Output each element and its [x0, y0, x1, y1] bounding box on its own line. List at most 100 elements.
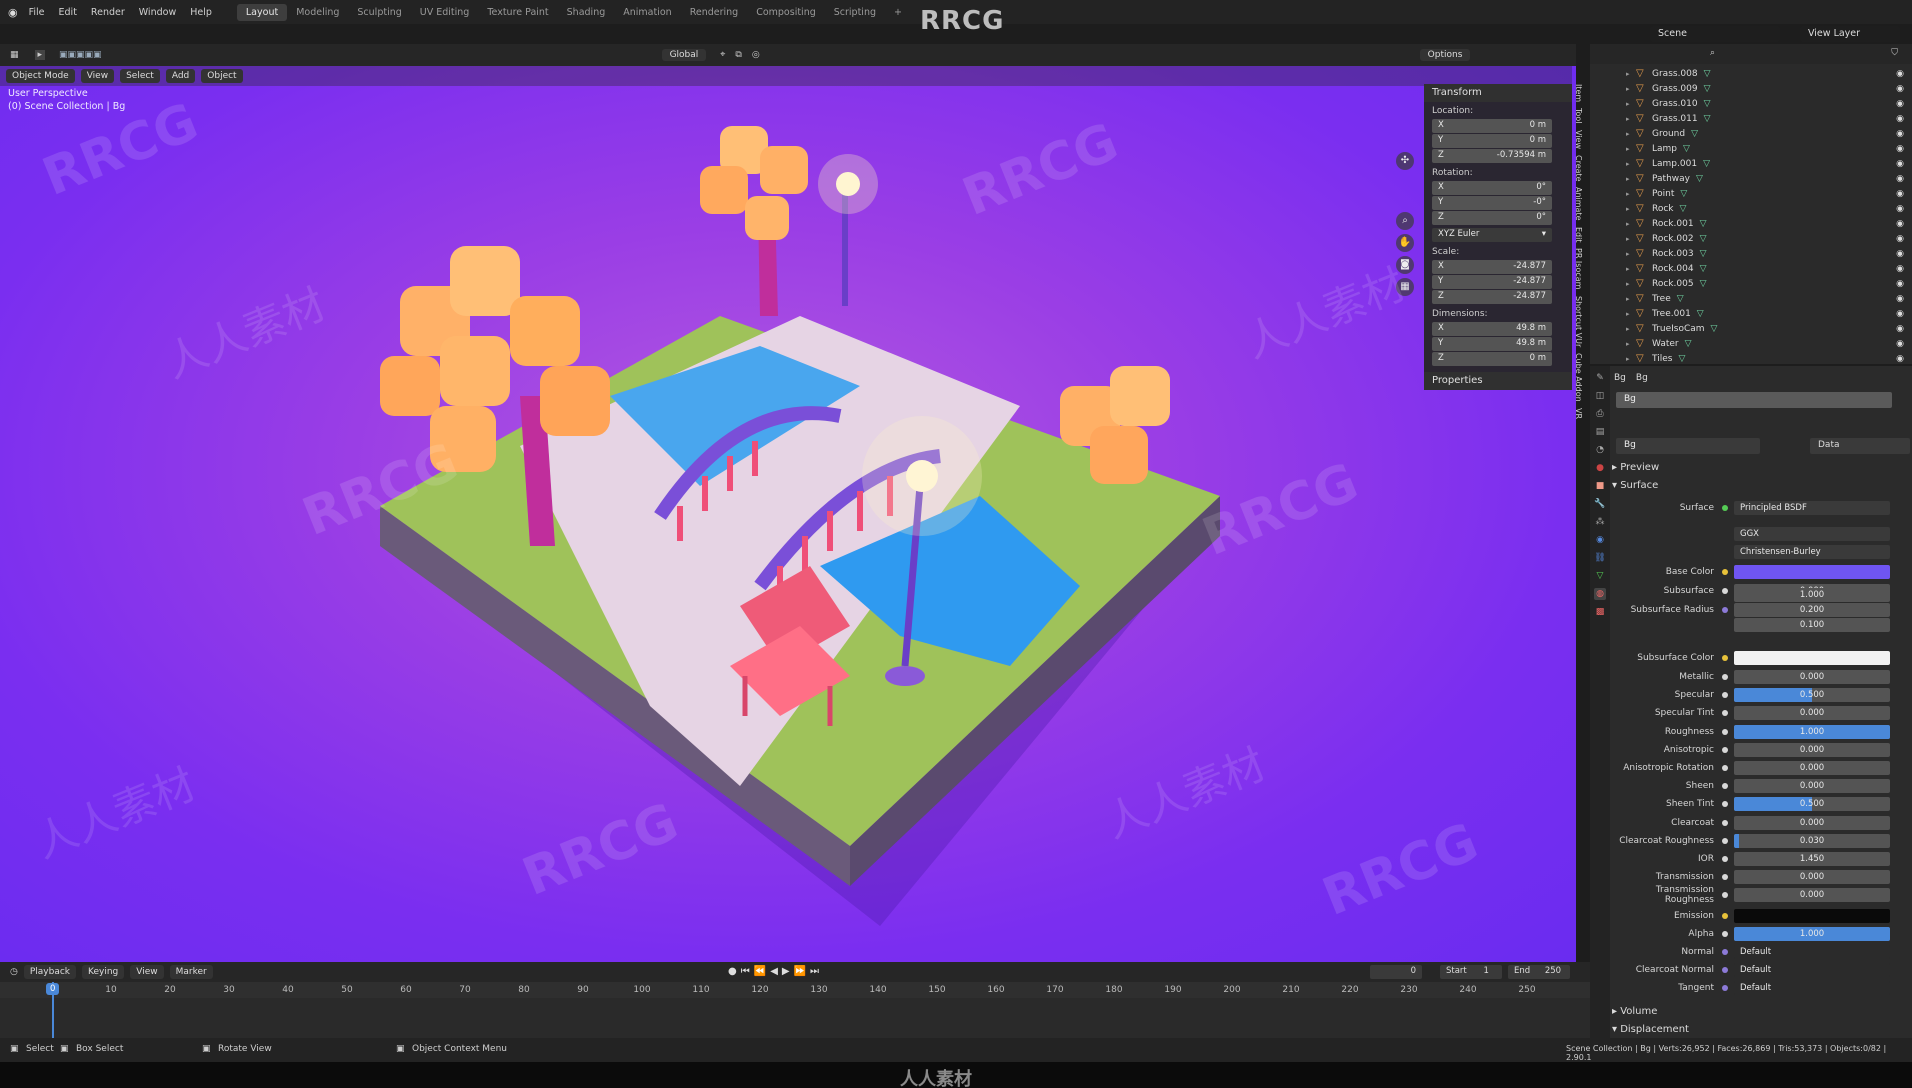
input-slider[interactable]: 0.000: [1734, 815, 1890, 830]
input-socket-icon[interactable]: [1722, 856, 1728, 862]
dimensions-x-field[interactable]: X 49.8 m: [1432, 322, 1552, 336]
tab-animation[interactable]: Animation: [614, 4, 680, 21]
mesh-data-icon[interactable]: ▽: [1696, 174, 1703, 184]
dimensions-y-field[interactable]: Y 49.8 m: [1432, 337, 1552, 351]
visibility-eye-icon[interactable]: ◉: [1896, 144, 1904, 154]
visibility-eye-icon[interactable]: ◉: [1896, 219, 1904, 229]
clearcoat-normal-socket-icon[interactable]: [1722, 967, 1728, 973]
sidebar-tab-item[interactable]: Item: [1574, 84, 1583, 102]
view-layer-selector[interactable]: View Layer: [1800, 26, 1900, 42]
navigation-gizmo-icon[interactable]: ✣: [1396, 152, 1414, 170]
expand-arrow-icon[interactable]: ▸: [1626, 100, 1636, 108]
emission-swatch[interactable]: [1734, 909, 1890, 923]
current-frame-field[interactable]: 0: [1370, 965, 1422, 979]
rotation-x-field[interactable]: X 0°: [1432, 181, 1552, 195]
outliner-item[interactable]: ▸ ▽ Pathway ▽ ◉: [1590, 171, 1912, 186]
physics-tab-icon[interactable]: ◉: [1594, 534, 1606, 546]
jump-start-icon[interactable]: ⏮: [741, 966, 750, 977]
outliner-item[interactable]: ▸ ▽ Lamp.001 ▽ ◉: [1590, 156, 1912, 171]
jump-end-icon[interactable]: ⏭: [810, 966, 819, 977]
expand-arrow-icon[interactable]: ▸: [1626, 250, 1636, 258]
subsurface-method-dropdown[interactable]: Christensen-Burley: [1734, 545, 1890, 559]
particles-tab-icon[interactable]: ⁂: [1594, 516, 1606, 528]
expand-arrow-icon[interactable]: ▸: [1626, 115, 1636, 123]
subsurface-color-swatch[interactable]: [1734, 651, 1890, 665]
surface-section[interactable]: ▾ Surface: [1612, 480, 1658, 491]
subsurface-radius-y[interactable]: 0.200: [1734, 603, 1890, 617]
outliner-item[interactable]: ▸ ▽ Point ▽ ◉: [1590, 186, 1912, 201]
preview-section[interactable]: ▸ Preview: [1612, 462, 1659, 473]
outliner-search-icon[interactable]: ⌕: [1710, 48, 1715, 58]
menu-help[interactable]: Help: [183, 7, 219, 18]
subsurface-radius-socket-icon[interactable]: [1722, 607, 1728, 613]
mesh-data-icon[interactable]: ▽: [1680, 204, 1687, 214]
mesh-data-icon[interactable]: ▽: [1697, 309, 1704, 319]
input-slider[interactable]: 1.000: [1734, 724, 1890, 739]
world-tab-icon[interactable]: ●: [1594, 462, 1606, 474]
grid-icon[interactable]: ▦: [1396, 278, 1414, 296]
visibility-eye-icon[interactable]: ◉: [1896, 114, 1904, 124]
outliner-item[interactable]: ▸ ▽ Grass.009 ▽ ◉: [1590, 81, 1912, 96]
visibility-eye-icon[interactable]: ◉: [1896, 294, 1904, 304]
input-socket-icon[interactable]: [1722, 801, 1728, 808]
input-socket-icon[interactable]: [1722, 837, 1728, 844]
object-tab-icon[interactable]: ■: [1594, 480, 1606, 492]
scale-z-field[interactable]: Z -24.877: [1432, 290, 1552, 304]
tab-rendering[interactable]: Rendering: [681, 4, 748, 21]
visibility-eye-icon[interactable]: ◉: [1896, 279, 1904, 289]
expand-arrow-icon[interactable]: ▸: [1626, 190, 1636, 198]
mode-dropdown[interactable]: Object Mode: [6, 69, 75, 83]
outliner-item[interactable]: ▸ ▽ Rock.004 ▽ ◉: [1590, 261, 1912, 276]
vp-menu-add[interactable]: Add: [165, 69, 196, 83]
scale-y-field[interactable]: Y -24.877: [1432, 275, 1552, 289]
sidebar-tab-edit[interactable]: Edit: [1574, 227, 1583, 243]
outliner-item[interactable]: ▸ ▽ Rock.002 ▽ ◉: [1590, 231, 1912, 246]
add-workspace-button[interactable]: +: [885, 4, 911, 21]
distribution-dropdown[interactable]: GGX: [1734, 527, 1890, 541]
mesh-data-icon[interactable]: ▽: [1691, 129, 1698, 139]
menu-edit[interactable]: Edit: [52, 7, 84, 18]
rotation-mode-dropdown[interactable]: XYZ Euler ▾: [1432, 228, 1552, 242]
input-slider[interactable]: 1.450: [1734, 852, 1890, 866]
visibility-eye-icon[interactable]: ◉: [1896, 129, 1904, 139]
input-socket-icon[interactable]: [1722, 728, 1728, 735]
menu-file[interactable]: File: [22, 7, 52, 18]
pan-hand-icon[interactable]: ✋: [1396, 234, 1414, 252]
outliner-item[interactable]: ▸ ▽ Rock ▽ ◉: [1590, 201, 1912, 216]
timeline-menu-marker[interactable]: Marker: [169, 965, 213, 979]
timeline-ruler[interactable]: 0 10 20 30 40 50 60 70 80 90 100 110 120 130 140 150 160…: [0, 982, 1590, 998]
mesh-data-icon[interactable]: ▽: [1700, 234, 1707, 244]
transform-header[interactable]: Transform: [1424, 84, 1572, 102]
outliner-item[interactable]: ▸ ▽ Tree.001 ▽ ◉: [1590, 306, 1912, 321]
start-frame-field[interactable]: Start 1: [1440, 965, 1502, 979]
input-socket-icon[interactable]: [1722, 783, 1728, 790]
input-socket-icon[interactable]: [1722, 874, 1728, 881]
outliner-item[interactable]: ▸ ▽ Rock.003 ▽ ◉: [1590, 246, 1912, 261]
normal-socket-icon[interactable]: [1722, 949, 1728, 955]
outliner-item[interactable]: ▸ ▽ TrueIsoCam ▽ ◉: [1590, 321, 1912, 336]
tab-uv-editing[interactable]: UV Editing: [411, 4, 479, 21]
expand-arrow-icon[interactable]: ▸: [1626, 355, 1636, 363]
transform-orientation-dropdown[interactable]: Global: [661, 49, 707, 61]
location-z-field[interactable]: Z -0.73594 m: [1432, 149, 1552, 163]
mesh-data-icon[interactable]: ▽: [1704, 99, 1711, 109]
normal-value[interactable]: Default: [1734, 945, 1890, 959]
mesh-data-icon[interactable]: ▽: [1700, 249, 1707, 259]
alpha-socket-icon[interactable]: [1722, 931, 1728, 937]
vp-menu-view[interactable]: View: [80, 69, 115, 83]
input-slider[interactable]: 0.000: [1734, 761, 1890, 775]
rotation-z-field[interactable]: Z 0°: [1432, 211, 1552, 225]
modifier-tab-icon[interactable]: 🔧: [1594, 498, 1606, 510]
prev-key-icon[interactable]: ⏪: [754, 966, 766, 977]
volume-section[interactable]: ▸ Volume: [1612, 1006, 1657, 1017]
outliner-item[interactable]: ▸ ▽ Ground ▽ ◉: [1590, 126, 1912, 141]
play-icon[interactable]: ▶: [782, 966, 790, 977]
timeline-menu-view[interactable]: View: [130, 965, 164, 979]
timeline-menu-playback[interactable]: Playback: [23, 965, 77, 979]
dimensions-z-field[interactable]: Z0 m: [1432, 352, 1552, 366]
tab-sculpting[interactable]: Sculpting: [348, 4, 410, 21]
camera-icon[interactable]: ◙: [1396, 256, 1414, 274]
expand-arrow-icon[interactable]: ▸: [1626, 265, 1636, 273]
expand-arrow-icon[interactable]: ▸: [1626, 70, 1636, 78]
properties-subpanel-header[interactable]: Properties: [1424, 372, 1572, 390]
